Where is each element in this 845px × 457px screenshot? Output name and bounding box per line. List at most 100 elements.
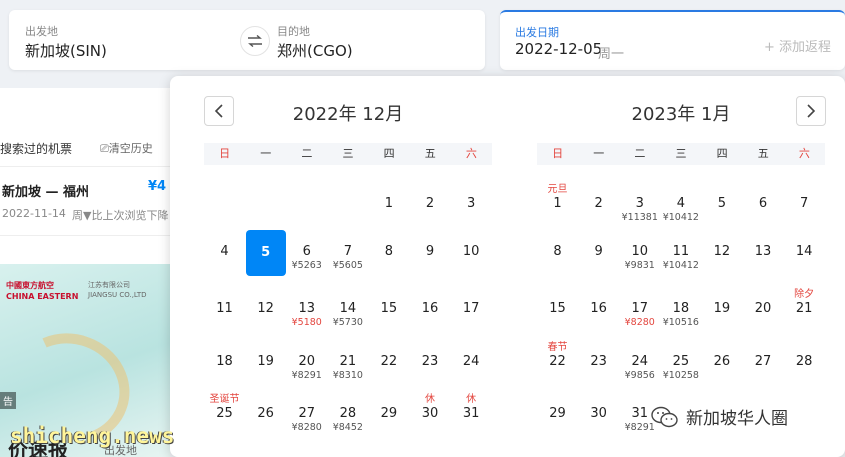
calendar-day[interactable]: 26 <box>702 354 742 370</box>
to-label: 目的地 <box>277 25 310 38</box>
calendar-day[interactable]: 29 <box>369 406 409 422</box>
calendar-day[interactable]: 11 <box>205 301 245 317</box>
calendar-day[interactable]: 2 <box>410 196 450 212</box>
calendar-day[interactable]: 19 <box>246 354 286 370</box>
weekday-header-jan: 日一二三四五六 <box>537 143 825 165</box>
calendar-day[interactable]: 6 <box>743 196 783 212</box>
calendar-day[interactable]: 9 <box>410 244 450 260</box>
calendar-day[interactable]: 11 ¥10412 <box>661 244 701 272</box>
add-return-button[interactable]: + 添加返程 <box>764 36 831 55</box>
day-number: 1 <box>384 196 394 211</box>
calendar-day[interactable]: 7 ¥5605 <box>328 244 368 272</box>
calendar-day[interactable]: 9 <box>579 244 619 260</box>
calendar-day[interactable]: 1 <box>369 196 409 212</box>
china-eastern-logo: 中國東方航空 CHINA EASTERN <box>6 281 79 301</box>
calendar-day[interactable]: 2 <box>579 196 619 212</box>
calendar-day[interactable]: 12 <box>246 301 286 317</box>
day-number: 27 <box>754 354 772 369</box>
day-number: 14 <box>339 301 357 316</box>
day-number: 22 <box>549 354 566 369</box>
calendar-day[interactable]: 12 <box>702 244 742 260</box>
date-value[interactable]: 2022-12-05 <box>515 40 602 58</box>
calendar-popup: 2022年 12月 2023年 1月 日一二三四五六 日一二三四五六 12345… <box>170 76 845 457</box>
weekday-label: 六 <box>798 147 810 160</box>
calendar-day[interactable]: 23 <box>410 354 450 370</box>
date-field[interactable]: 出发日期 2022-12-05 周一 + 添加返程 <box>500 10 845 70</box>
holiday-label: 圣诞节 <box>209 394 240 405</box>
to-value[interactable]: 郑州(CGO) <box>277 40 353 61</box>
day-number: 15 <box>549 301 566 316</box>
calendar-day[interactable]: 17 <box>451 301 491 317</box>
day-number: 1 <box>553 196 562 211</box>
day-number: 18 <box>672 301 690 316</box>
from-value[interactable]: 新加坡(SIN) <box>25 40 107 61</box>
weekday-label: 三 <box>342 147 354 160</box>
calendar-day[interactable]: 除夕 21 <box>784 289 824 317</box>
day-number: 4 <box>220 244 229 259</box>
calendar-day[interactable]: 21 ¥8310 <box>328 354 368 382</box>
calendar-day[interactable]: 4 ¥10412 <box>661 196 701 224</box>
calendar-day[interactable]: 休 31 <box>451 394 491 422</box>
day-number: 2 <box>425 196 435 211</box>
calendar-day[interactable]: 16 <box>579 301 619 317</box>
swap-arrows-icon <box>248 35 262 47</box>
calendar-day[interactable]: 30 <box>579 406 619 422</box>
day-number: 17 <box>462 301 480 316</box>
calendar-day[interactable]: 元旦 1 <box>538 184 578 212</box>
day-number: 24 <box>631 354 649 369</box>
calendar-day[interactable]: 13 <box>743 244 783 260</box>
calendar-day[interactable]: 3 <box>451 196 491 212</box>
day-number: 17 <box>631 301 649 316</box>
day-number: 10 <box>631 244 649 259</box>
calendar-day[interactable]: 春节 22 <box>538 342 578 370</box>
calendar-day[interactable]: 8 <box>369 244 409 260</box>
calendar-day[interactable]: 25 ¥10258 <box>661 354 701 382</box>
history-title: 搜索过的机票 <box>0 142 73 156</box>
month-title-jan: 2023年 1月 <box>631 104 731 125</box>
history-item[interactable]: 新加坡 — 福州 ¥4 2022-11-14 周▼比上次浏览下降 <box>0 166 170 236</box>
calendar-day[interactable]: 10 <box>451 244 491 260</box>
calendar-day[interactable]: 圣诞节 25 <box>205 394 245 422</box>
calendar-day[interactable]: 18 <box>205 354 245 370</box>
calendar-day[interactable]: 22 <box>369 354 409 370</box>
calendar-day[interactable]: 15 <box>369 301 409 317</box>
calendar-day[interactable]: 4 <box>205 244 245 260</box>
calendar-day[interactable]: 28 <box>784 354 824 370</box>
calendar-day[interactable]: 5 <box>702 196 742 212</box>
day-number: 25 <box>216 406 233 421</box>
day-number: 9 <box>425 244 435 259</box>
calendar-day[interactable]: 7 <box>784 196 824 212</box>
calendar-day[interactable]: 休 30 <box>410 394 450 422</box>
calendar-day[interactable]: 24 <box>451 354 491 370</box>
date-label: 出发日期 <box>515 26 559 39</box>
day-price: ¥10516 <box>662 317 699 328</box>
calendar-day[interactable]: 29 <box>538 406 578 422</box>
calendar-day[interactable]: 18 ¥10516 <box>661 301 701 329</box>
calendar-day[interactable]: 14 ¥5730 <box>328 301 368 329</box>
calendar-day[interactable]: 26 <box>246 406 286 422</box>
weekday-label: 日 <box>552 147 564 160</box>
day-number: 29 <box>380 406 398 421</box>
calendar-day[interactable]: 20 <box>743 301 783 317</box>
day-number: 26 <box>257 406 274 421</box>
calendar-day[interactable]: 19 <box>702 301 742 317</box>
clear-history-button[interactable]: ⎚清空历史 <box>100 140 153 156</box>
day-number: 12 <box>713 244 731 259</box>
calendar-day[interactable]: 16 <box>410 301 450 317</box>
calendar-day[interactable]: 14 <box>784 244 824 260</box>
day-price: ¥8310 <box>332 370 363 381</box>
calendar-day[interactable]: 8 <box>538 244 578 260</box>
day-number: 11 <box>672 244 690 259</box>
calendar-day[interactable]: 23 <box>579 354 619 370</box>
day-price: ¥10258 <box>662 370 699 381</box>
day-price: ¥10412 <box>662 260 699 271</box>
history-price: ¥4 <box>148 179 167 194</box>
day-number: 13 <box>754 244 772 259</box>
history-route: 新加坡 — 福州 <box>2 185 90 200</box>
swap-button[interactable] <box>240 26 270 56</box>
history-price-drop: 周▼比上次浏览下降 <box>72 209 169 222</box>
calendar-day[interactable]: 28 ¥8452 <box>328 406 368 434</box>
wechat-watermark-text: 新加坡华人圈 <box>686 409 788 429</box>
calendar-day[interactable]: 15 <box>538 301 578 317</box>
calendar-day[interactable]: 27 <box>743 354 783 370</box>
